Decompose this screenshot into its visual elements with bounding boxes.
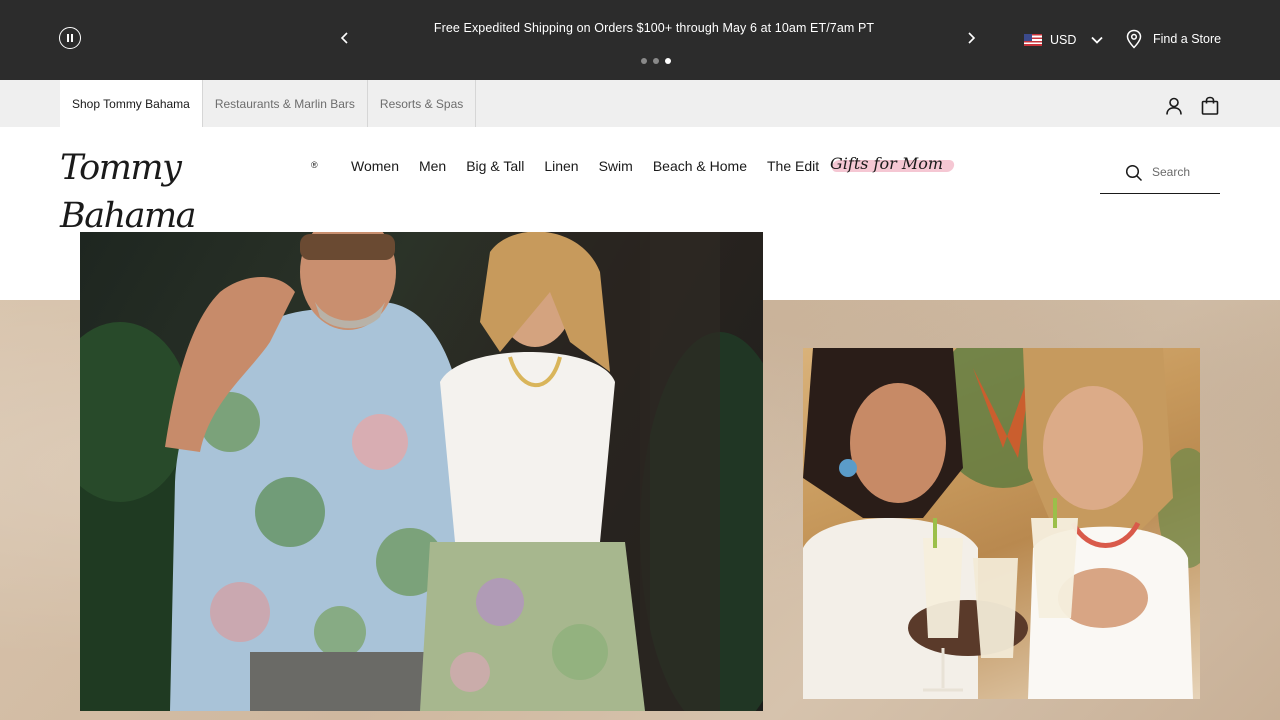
promo-slide-dots bbox=[641, 58, 671, 64]
us-flag-icon bbox=[1024, 34, 1042, 46]
nav-linen[interactable]: Linen bbox=[544, 158, 578, 174]
user-icon[interactable] bbox=[1164, 96, 1184, 116]
chevron-left-icon[interactable] bbox=[336, 29, 354, 47]
search-input[interactable] bbox=[1152, 163, 1218, 181]
slide-dot[interactable] bbox=[641, 58, 647, 64]
promo-bar: Free Expedited Shipping on Orders $100+ … bbox=[0, 0, 1280, 80]
nav-big-tall[interactable]: Big & Tall bbox=[466, 158, 524, 174]
currency-code: USD bbox=[1050, 33, 1077, 47]
find-a-store-label: Find a Store bbox=[1153, 32, 1222, 46]
women-toasting-cocktails-photo[interactable] bbox=[803, 348, 1200, 699]
hero-main-image bbox=[80, 232, 763, 711]
nav-women[interactable]: Women bbox=[351, 158, 399, 174]
logo-registered-mark: ® bbox=[311, 160, 318, 170]
hero-side-image bbox=[803, 348, 1200, 699]
slide-dot[interactable] bbox=[653, 58, 659, 64]
nav-beach-home[interactable]: Beach & Home bbox=[653, 158, 747, 174]
pause-icon[interactable] bbox=[59, 27, 81, 49]
chevron-right-icon[interactable] bbox=[962, 29, 980, 47]
site-tab-bar: Shop Tommy Bahama Restaurants & Marlin B… bbox=[0, 80, 1280, 127]
tab-shop-tommy-bahama[interactable]: Shop Tommy Bahama bbox=[60, 80, 203, 127]
promo-message[interactable]: Free Expedited Shipping on Orders $100+ … bbox=[380, 21, 928, 35]
nav-gifts-for-mom[interactable]: Gifts for Mom bbox=[826, 152, 958, 180]
slide-dot-active[interactable] bbox=[665, 58, 671, 64]
tab-restaurants-marlin-bars[interactable]: Restaurants & Marlin Bars bbox=[203, 80, 368, 127]
search-icon[interactable] bbox=[1125, 164, 1143, 182]
couple-in-floral-shirts-photo[interactable] bbox=[80, 232, 763, 711]
nav-the-edit[interactable]: The Edit bbox=[767, 158, 819, 174]
gifts-for-mom-label: Gifts for Mom bbox=[830, 154, 944, 173]
shopping-bag-icon[interactable] bbox=[1200, 96, 1220, 116]
tab-resorts-spas[interactable]: Resorts & Spas bbox=[368, 80, 477, 127]
search-box[interactable] bbox=[1100, 152, 1220, 194]
tommy-bahama-logo[interactable]: Tommy Bahama ® bbox=[60, 144, 322, 236]
chevron-down-icon bbox=[1091, 36, 1104, 44]
logo-wordmark: Tommy Bahama bbox=[60, 148, 197, 236]
currency-selector[interactable]: USD bbox=[1024, 31, 1104, 49]
location-pin-icon bbox=[1126, 29, 1142, 49]
nav-swim[interactable]: Swim bbox=[599, 158, 633, 174]
nav-men[interactable]: Men bbox=[419, 158, 446, 174]
main-navigation: Women Men Big & Tall Linen Swim Beach & … bbox=[351, 157, 839, 175]
find-a-store-link[interactable]: Find a Store bbox=[1125, 29, 1221, 49]
site-tabs: Shop Tommy Bahama Restaurants & Marlin B… bbox=[60, 80, 477, 127]
